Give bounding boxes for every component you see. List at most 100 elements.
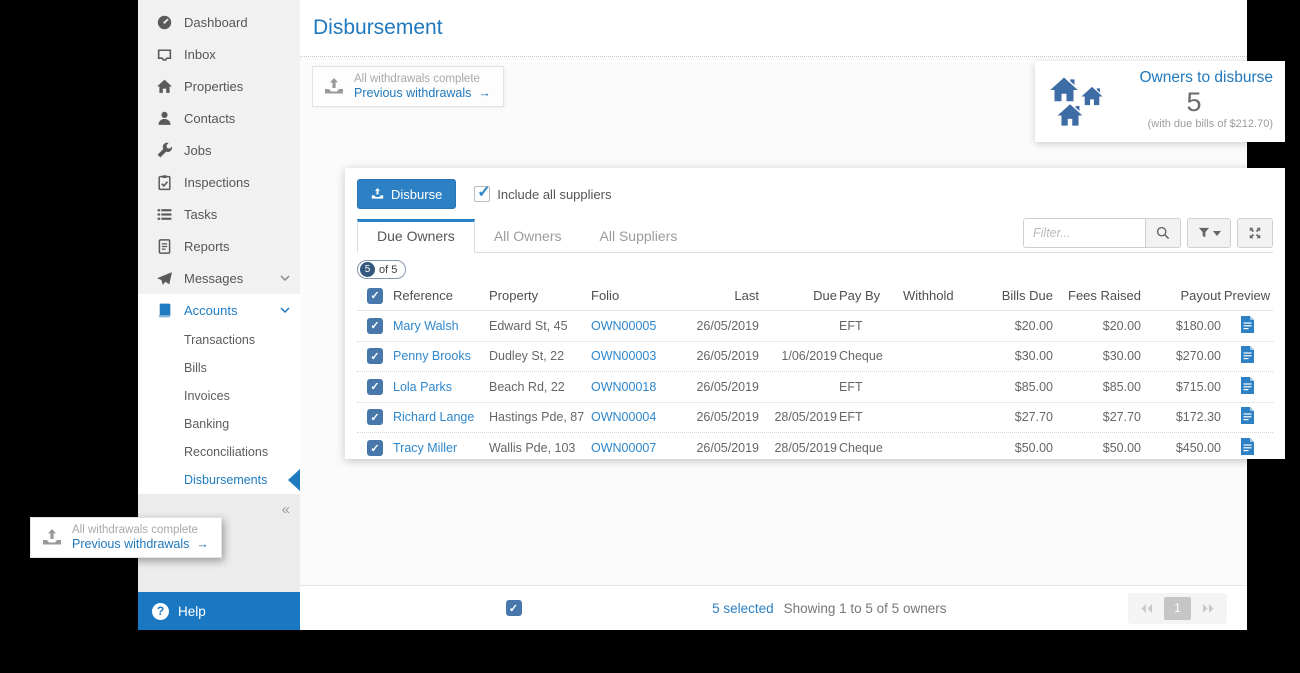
inbox-icon (156, 46, 173, 63)
row-checkbox[interactable]: ✓ (367, 440, 383, 456)
bills-due-cell: $27.70 (967, 410, 1053, 424)
collapse-sidebar-icon[interactable]: « (282, 502, 290, 517)
accounts-submenu: Transactions Bills Invoices Banking Reco… (138, 326, 300, 494)
sidebar-item-disbursements[interactable]: Disbursements (138, 466, 300, 494)
fees-raised-cell: $20.00 (1053, 319, 1141, 333)
previous-withdrawals-label: Previous withdrawals (354, 86, 471, 100)
withdrawals-widget: All withdrawals complete Previous withdr… (312, 66, 504, 107)
row-checkbox[interactable]: ✓ (367, 348, 383, 364)
reference-link[interactable]: Lola Parks (393, 380, 489, 394)
sidebar-subitem-label: Invoices (184, 389, 230, 403)
sidebar-item-bills[interactable]: Bills (138, 354, 300, 382)
sidebar-subitem-label: Bills (184, 361, 207, 375)
row-checkbox[interactable]: ✓ (367, 379, 383, 395)
preview-document-icon[interactable] (1240, 438, 1255, 455)
book-icon (156, 302, 173, 319)
owners-to-disburse-card: Owners to disburse 5 (with due bills of … (1035, 61, 1285, 142)
disburse-button[interactable]: Disburse (357, 179, 456, 209)
property-cell: Dudley St, 22 (489, 349, 591, 363)
page-header: Disbursement (300, 0, 1247, 57)
row-checkbox[interactable]: ✓ (367, 409, 383, 425)
fees-raised-cell: $50.00 (1053, 441, 1141, 455)
sidebar-item-label: Tasks (184, 207, 217, 222)
sidebar-item-properties[interactable]: Properties (138, 70, 300, 102)
selected-count: 5 selected (712, 601, 774, 616)
preview-document-icon[interactable] (1240, 316, 1255, 333)
pay-by-cell: EFT (837, 410, 903, 424)
sidebar-item-tasks[interactable]: Tasks (138, 198, 300, 230)
chevron-down-icon (280, 307, 290, 313)
column-header-due[interactable]: Due (759, 288, 837, 303)
filter-input[interactable] (1023, 218, 1145, 248)
sidebar-item-jobs[interactable]: Jobs (138, 134, 300, 166)
previous-withdrawals-link[interactable]: Previous withdrawals → (72, 537, 209, 551)
reference-link[interactable]: Penny Brooks (393, 349, 489, 363)
preview-document-icon[interactable] (1240, 346, 1255, 363)
select-all-checkbox[interactable]: ✓ (367, 288, 383, 304)
select-all-footer-checkbox[interactable]: ✓ (506, 600, 522, 616)
folio-link[interactable]: OWN00003 (591, 349, 677, 363)
tab-all-suppliers[interactable]: All Suppliers (581, 220, 697, 252)
folio-link[interactable]: OWN00005 (591, 319, 677, 333)
sidebar-item-dashboard[interactable]: Dashboard (138, 6, 300, 38)
folio-link[interactable]: OWN00018 (591, 380, 677, 394)
showing-summary: Showing 1 to 5 of 5 owners (784, 601, 947, 616)
page-number-button[interactable]: 1 (1164, 597, 1191, 620)
preview-document-icon[interactable] (1240, 377, 1255, 394)
sidebar-item-reports[interactable]: Reports (138, 230, 300, 262)
wrench-icon (156, 142, 173, 159)
sidebar-item-messages[interactable]: Messages (138, 262, 300, 294)
sidebar-item-contacts[interactable]: Contacts (138, 102, 300, 134)
sidebar-item-label: Properties (184, 79, 243, 94)
column-header-fees-raised[interactable]: Fees Raised (1053, 288, 1141, 303)
reference-link[interactable]: Mary Walsh (393, 319, 489, 333)
table-row: ✓ Tracy Miller Wallis Pde, 103 OWN00007 … (357, 433, 1273, 464)
folio-link[interactable]: OWN00007 (591, 441, 677, 455)
include-all-suppliers-checkbox[interactable]: ✓ Include all suppliers (474, 186, 611, 202)
row-checkbox[interactable]: ✓ (367, 318, 383, 334)
previous-withdrawals-label: Previous withdrawals (72, 537, 189, 551)
sidebar-item-transactions[interactable]: Transactions (138, 326, 300, 354)
help-button[interactable]: ? Help (138, 592, 300, 630)
bills-due-cell: $20.00 (967, 319, 1053, 333)
column-header-bills-due[interactable]: Bills Due (967, 288, 1053, 303)
sidebar-subitem-label: Transactions (184, 333, 255, 347)
withdraw-tray-icon (41, 528, 63, 548)
previous-withdrawals-link[interactable]: Previous withdrawals → (354, 86, 491, 100)
column-header-last[interactable]: Last (677, 288, 759, 303)
sidebar-item-label: Dashboard (184, 15, 248, 30)
sidebar-item-accounts[interactable]: Accounts (138, 294, 300, 326)
reference-link[interactable]: Richard Lange (393, 410, 489, 424)
column-header-preview[interactable]: Preview (1221, 288, 1273, 303)
report-icon (156, 238, 173, 255)
filter-group (1023, 218, 1273, 248)
table-row: ✓ Lola Parks Beach Rd, 22 OWN00018 26/05… (357, 372, 1273, 403)
preview-document-icon[interactable] (1240, 407, 1255, 424)
column-header-payout[interactable]: Payout (1141, 288, 1221, 303)
sidebar-item-banking[interactable]: Banking (138, 410, 300, 438)
pagination: 1 (1128, 593, 1227, 624)
sidebar-item-label: Accounts (184, 303, 237, 318)
sidebar-item-inspections[interactable]: Inspections (138, 166, 300, 198)
column-header-property[interactable]: Property (489, 288, 591, 303)
folio-link[interactable]: OWN00004 (591, 410, 677, 424)
sidebar-item-reconciliations[interactable]: Reconciliations (138, 438, 300, 466)
tab-due-owners[interactable]: Due Owners (357, 219, 475, 253)
filter-dropdown-button[interactable] (1187, 218, 1231, 248)
search-button[interactable] (1145, 218, 1181, 248)
last-page-button[interactable] (1195, 597, 1222, 620)
fees-raised-cell: $85.00 (1053, 380, 1141, 394)
reference-link[interactable]: Tracy Miller (393, 441, 489, 455)
expand-table-button[interactable] (1237, 218, 1273, 248)
sidebar-item-inbox[interactable]: Inbox (138, 38, 300, 70)
tab-all-owners[interactable]: All Owners (475, 220, 581, 252)
column-header-folio[interactable]: Folio (591, 288, 677, 303)
first-page-button[interactable] (1133, 597, 1160, 620)
column-header-withhold[interactable]: Withhold (903, 288, 967, 303)
gauge-icon (156, 14, 173, 31)
sidebar-item-invoices[interactable]: Invoices (138, 382, 300, 410)
last-cell: 26/05/2019 (677, 380, 759, 394)
fees-raised-cell: $30.00 (1053, 349, 1141, 363)
column-header-reference[interactable]: Reference (393, 288, 489, 303)
column-header-pay-by[interactable]: Pay By (837, 288, 903, 303)
